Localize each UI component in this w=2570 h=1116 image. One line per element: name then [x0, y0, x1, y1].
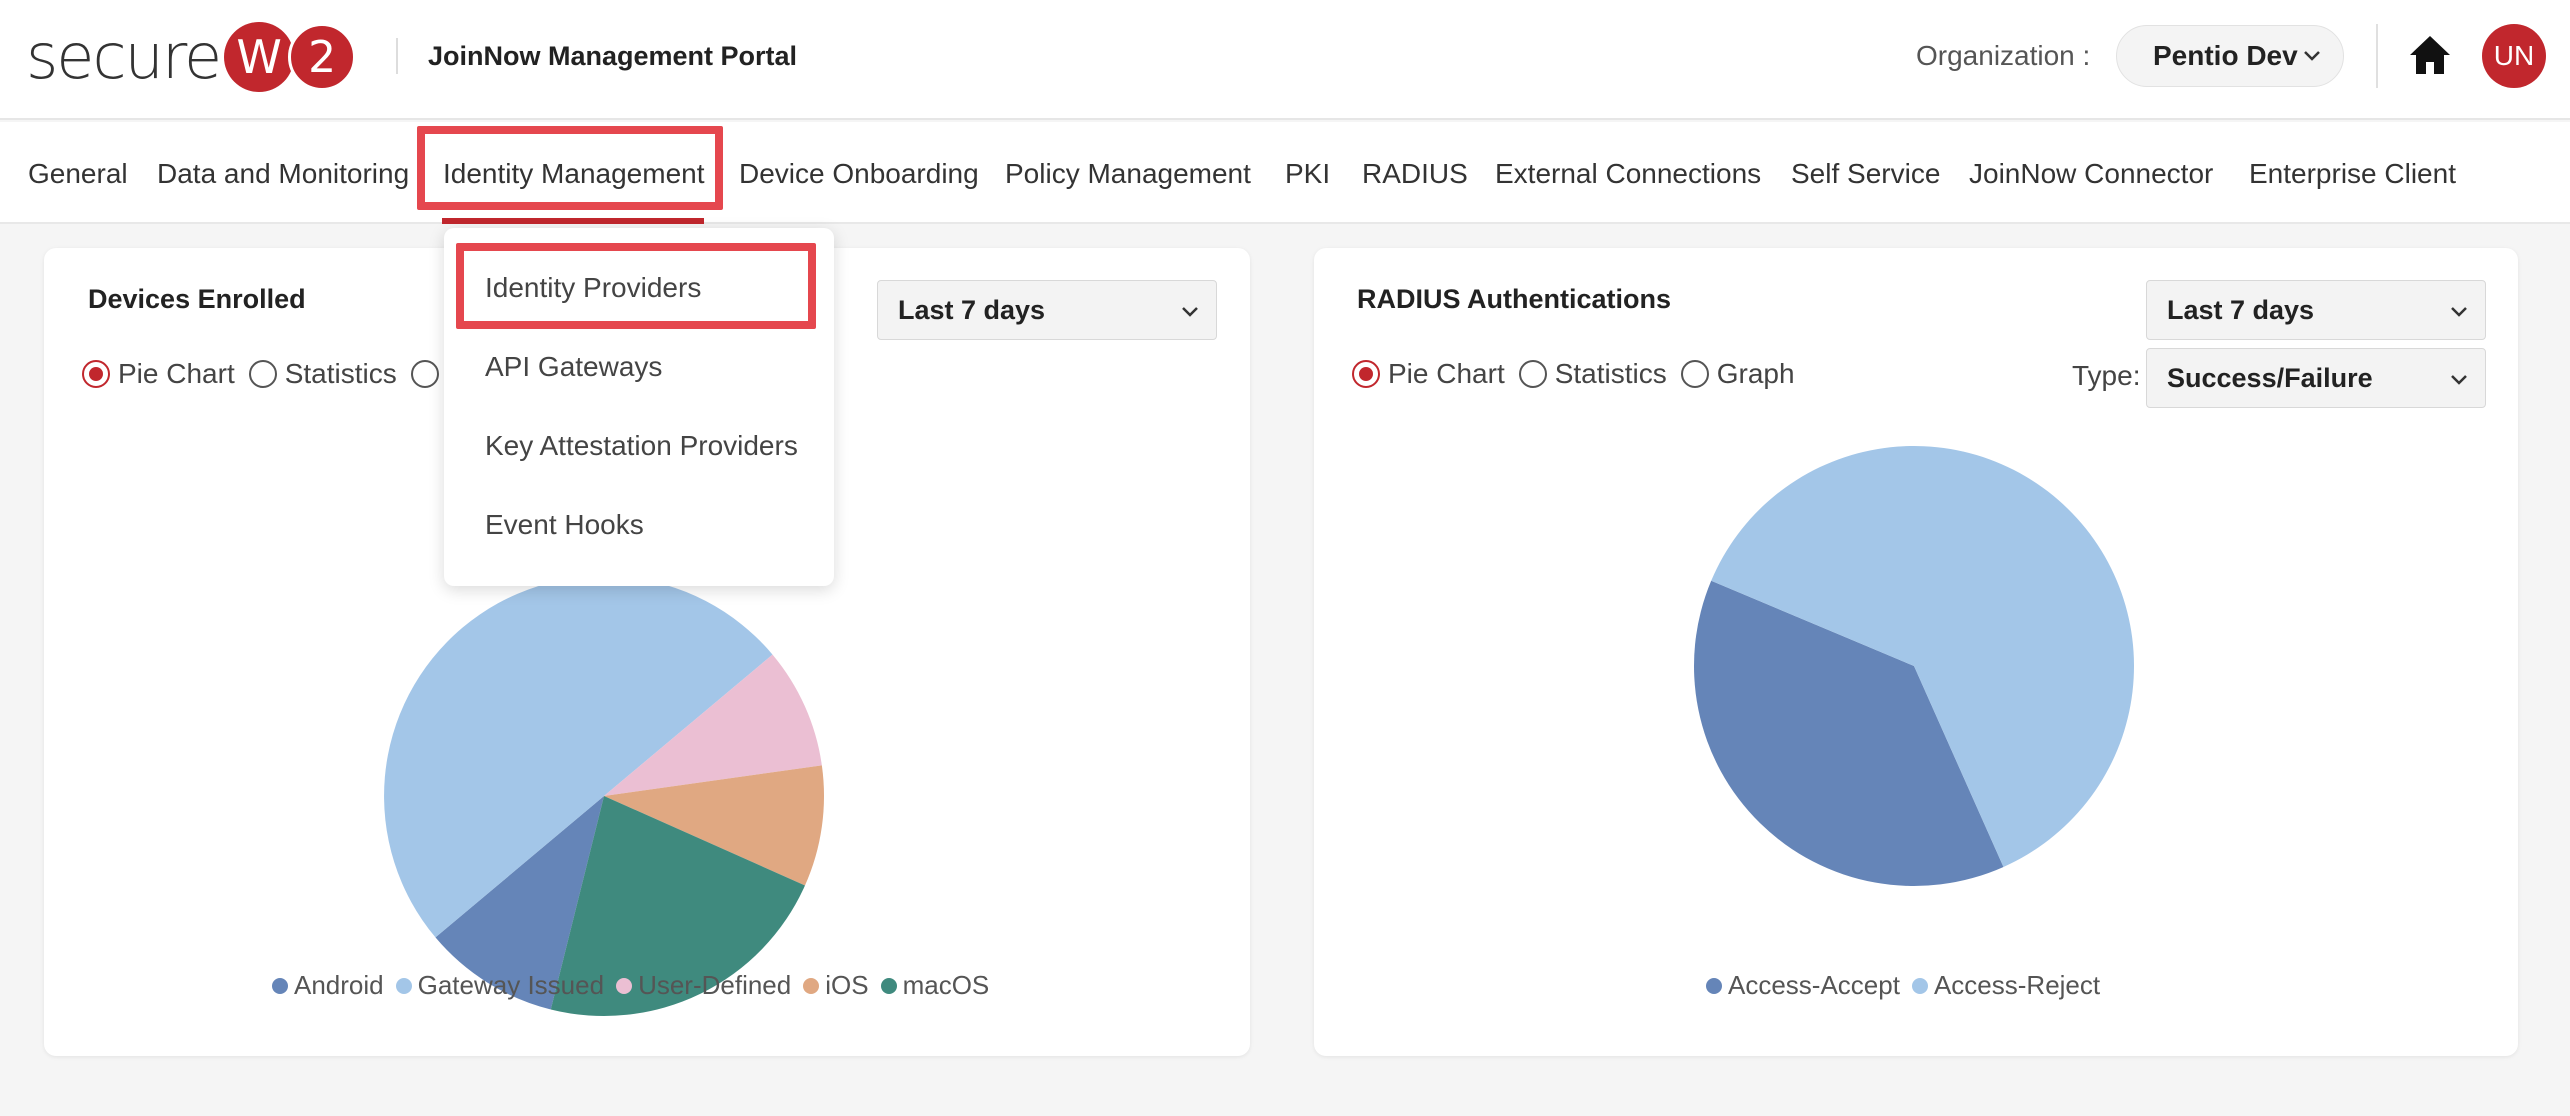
- header-divider: [2376, 24, 2378, 88]
- securew2-logo[interactable]: secure W 2: [26, 20, 357, 93]
- legend-dot: [1911, 977, 1928, 994]
- legend-entry: iOS: [803, 970, 869, 1001]
- legend-label: Android: [294, 970, 384, 1000]
- legend-dot: [803, 977, 820, 994]
- legend-dot: [1706, 977, 1722, 994]
- legend-entry: User-Defined: [616, 970, 791, 1001]
- home-icon[interactable]: [2408, 34, 2452, 76]
- legend-label: Gateway Issued: [417, 970, 605, 1000]
- logo-text: secure: [26, 20, 222, 93]
- legend-entry: macOS: [880, 970, 990, 1001]
- legend-label: User-Defined: [638, 970, 792, 1000]
- top-header: secure W 2 JoinNow Management Portal Org…: [0, 0, 2570, 120]
- devices-legend: Android Gateway Issued User-Defined iOS …: [272, 970, 1001, 1001]
- radius-range-select[interactable]: Last 7 days: [2146, 280, 2486, 340]
- chevron-down-icon: [2451, 375, 2467, 385]
- nav-device-onboarding[interactable]: Device Onboarding: [739, 156, 979, 192]
- card-title: RADIUS Authentications: [1357, 284, 1672, 314]
- main-nav: General Data and Monitoring Identity Man…: [0, 122, 2570, 224]
- card-title: Devices Enrolled: [88, 284, 306, 314]
- radius-authentications-card: RADIUS Authentications Last 7 days Pie C…: [1314, 248, 2518, 1056]
- nav-enterprise-client[interactable]: Enterprise Client: [2249, 156, 2456, 192]
- radio-pie-chart[interactable]: [82, 360, 110, 388]
- legend-label: iOS: [825, 970, 869, 1000]
- portal-title: JoinNow Management Portal: [428, 41, 798, 71]
- radio-label: Statistics: [1554, 358, 1667, 389]
- radius-range-value: Last 7 days: [2167, 294, 2315, 325]
- radio-label: Pie Chart: [1388, 358, 1505, 389]
- chevron-down-icon: [2451, 307, 2467, 317]
- legend-dot: [880, 977, 897, 994]
- legend-entry: Android: [272, 970, 384, 1001]
- devices-pie-chart: [384, 576, 824, 1016]
- radius-type-select[interactable]: Success/Failure: [2146, 348, 2486, 408]
- active-tab-underline: [442, 218, 704, 224]
- menu-item-key-attestation-providers[interactable]: Key Attestation Providers: [485, 428, 798, 464]
- nav-self-service[interactable]: Self Service: [1791, 156, 1940, 192]
- logo-2-badge: 2: [288, 23, 357, 91]
- nav-joinnow-connector[interactable]: JoinNow Connector: [1969, 156, 2213, 192]
- radio-graph[interactable]: [410, 360, 439, 388]
- highlight-box-identity-providers: [456, 243, 816, 329]
- legend-dot: [616, 977, 633, 994]
- nav-data-and-monitoring[interactable]: Data and Monitoring: [157, 156, 409, 192]
- radio-statistics[interactable]: [248, 360, 277, 388]
- radio-pie-chart[interactable]: [1352, 360, 1380, 388]
- menu-item-event-hooks[interactable]: Event Hooks: [485, 507, 644, 543]
- highlight-box-identity-management: [417, 126, 723, 210]
- legend-entry: Access-Accept: [1706, 970, 1900, 1001]
- radio-label: Statistics: [284, 358, 397, 389]
- chevron-down-icon: [1182, 307, 1198, 317]
- chart-mode-radios: Pie Chart Statistics G: [82, 358, 483, 390]
- radio-label: Pie Chart: [118, 358, 235, 389]
- legend-label: Access-Reject: [1933, 970, 2101, 1000]
- chart-mode-radios: Pie Chart Statistics Graph: [1352, 358, 1809, 390]
- nav-radius[interactable]: RADIUS: [1362, 156, 1468, 192]
- legend-dot: [272, 977, 288, 994]
- user-avatar[interactable]: UN: [2482, 24, 2546, 88]
- radius-type-value: Success/Failure: [2167, 362, 2373, 393]
- legend-entry: Access-Reject: [1911, 970, 2101, 1001]
- header-divider: [396, 38, 398, 74]
- radius-pie-chart: [1694, 445, 2134, 886]
- menu-item-api-gateways[interactable]: API Gateways: [485, 349, 662, 385]
- devices-range-select[interactable]: Last 7 days: [877, 280, 1217, 340]
- radius-legend: Access-Accept Access-Reject: [1706, 970, 2112, 1001]
- chevron-down-icon: [2304, 51, 2320, 61]
- legend-label: macOS: [902, 970, 990, 1000]
- nav-external-connections[interactable]: External Connections: [1495, 156, 1761, 192]
- organization-value: Pentio Dev: [2153, 40, 2298, 71]
- logo-w-badge: W: [224, 22, 295, 92]
- legend-entry: Gateway Issued: [395, 970, 605, 1001]
- radio-statistics[interactable]: [1518, 360, 1547, 388]
- legend-dot: [395, 977, 412, 994]
- legend-label: Access-Accept: [1728, 970, 1900, 1000]
- nav-policy-management[interactable]: Policy Management: [1005, 156, 1251, 192]
- organization-select[interactable]: Pentio Dev: [2116, 25, 2344, 87]
- type-label: Type:: [2072, 360, 2141, 391]
- radio-label: Graph: [1716, 358, 1795, 389]
- devices-range-value: Last 7 days: [898, 294, 1046, 325]
- radio-graph[interactable]: [1680, 360, 1709, 388]
- organization-label: Organization :: [1916, 40, 2091, 71]
- nav-pki[interactable]: PKI: [1285, 156, 1330, 192]
- nav-general[interactable]: General: [28, 156, 128, 192]
